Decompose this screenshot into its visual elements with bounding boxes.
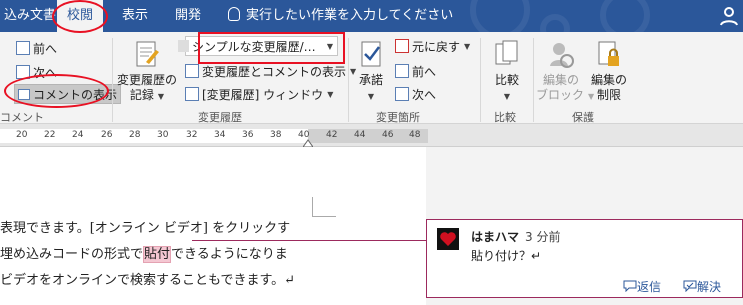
block-authors-icon	[550, 43, 574, 68]
reply-button[interactable]: 返信	[623, 278, 661, 295]
highlight-show-comments	[4, 74, 109, 108]
tab-view[interactable]: 表示	[122, 0, 148, 32]
compare-icon	[495, 40, 518, 65]
resolve-button[interactable]: 解決	[683, 278, 721, 295]
separator	[348, 38, 349, 122]
track-changes-button[interactable]: 変更履歴の 記録 ▼	[116, 40, 178, 104]
reviewing-pane-icon	[185, 87, 199, 101]
separator	[533, 38, 534, 122]
reject-icon	[395, 39, 409, 53]
ruler-tick: 38	[270, 130, 282, 140]
tab-mailings[interactable]: 込み文書	[0, 0, 60, 32]
resolve-icon	[683, 280, 697, 293]
comment-balloon[interactable]: はまハマ 3 分前 貼り付け？↵ 返信 解決	[426, 219, 743, 298]
ruler-tick: 30	[157, 130, 169, 140]
next-change-button[interactable]: 次へ	[395, 84, 436, 104]
chevron-down-icon: ▼	[157, 92, 165, 101]
group-label-compare: 比較	[494, 111, 516, 124]
accept-button[interactable]: 承諾 ▼	[356, 40, 386, 104]
reviewing-pane-button[interactable]: [変更履歴] ウィンドウ ▼	[185, 84, 333, 104]
track-changes-icon	[136, 41, 159, 67]
compare-button[interactable]: 比較 ▼	[489, 40, 525, 104]
show-markup-button[interactable]: 変更履歴とコメントの表示 ▼	[185, 61, 356, 81]
ruler-tick: 22	[44, 130, 56, 140]
separator	[112, 38, 113, 122]
lightbulb-icon	[228, 7, 240, 21]
restrict-editing-icon	[598, 41, 619, 66]
word-window: 込み文書 校閲 表示 開発 実行したい作業を入力してください 前へ 次へ コメン…	[0, 0, 743, 305]
ruler-tick: 36	[242, 130, 254, 140]
ruler-tick: 24	[72, 130, 84, 140]
ruler-tick: 46	[382, 130, 394, 140]
ruler-tick: 32	[186, 130, 198, 140]
previous-comment-icon	[16, 41, 30, 55]
chevron-down-icon: ▼	[503, 92, 511, 101]
ruler-tick: 42	[326, 130, 338, 140]
next-change-icon	[395, 87, 409, 101]
heart-avatar-icon	[437, 228, 459, 250]
chevron-down-icon: ▼	[327, 89, 334, 99]
group-label-changes: 変更箇所	[376, 111, 420, 124]
restrict-editing-button[interactable]: 編集の 制限	[589, 40, 629, 103]
comment-header: はまハマ 3 分前	[471, 228, 560, 245]
separator	[480, 38, 481, 122]
chevron-down-icon: ▼	[367, 92, 375, 101]
ribbon: 前へ 次へ コメントの表示 コメント 変更履歴の 記録 ▼ シンプルな変更履歴/… ▼…	[0, 32, 743, 124]
ruler-tick: 28	[129, 130, 141, 140]
chevron-down-icon: ▼	[464, 41, 471, 51]
reject-button[interactable]: 元に戻す ▼	[395, 36, 470, 56]
highlight-display-mode	[198, 32, 345, 64]
ruler-tick: 26	[101, 130, 113, 140]
previous-change-button[interactable]: 前へ	[395, 61, 436, 81]
group-label-comments: コメント	[0, 111, 44, 124]
margin-corner-mark	[312, 197, 336, 217]
previous-change-icon	[395, 64, 409, 78]
ribbon-tab-bar: 込み文書 校閲 表示 開発 実行したい作業を入力してください	[0, 0, 743, 44]
ruler-tick: 44	[354, 130, 366, 140]
reply-icon	[623, 280, 637, 293]
ruler-tick: 20	[16, 130, 28, 140]
document-line[interactable]: 表現できます。[オンライン ビデオ] をクリックす	[0, 217, 290, 236]
tab-developer[interactable]: 開発	[175, 0, 201, 32]
show-markup-icon	[185, 64, 199, 78]
tell-me-box[interactable]: 実行したい作業を入力してください	[228, 0, 453, 32]
tell-me-placeholder: 実行したい作業を入力してください	[246, 8, 454, 23]
document-line[interactable]: ビデオをオンラインで検索することもできます。↵	[0, 269, 295, 288]
horizontal-ruler[interactable]: 20 22 24 26 28 30 32 34 36 38 40 42 44 4…	[0, 125, 743, 147]
highlight-review-tab	[52, 0, 108, 33]
right-indent-marker[interactable]	[303, 139, 313, 147]
document-line[interactable]: 埋め込みコードの形式で貼付できるようになりま	[0, 243, 288, 263]
accept-icon	[361, 41, 381, 67]
markup-icon	[178, 40, 189, 52]
commented-text[interactable]: 貼付	[143, 246, 172, 263]
group-label-protect: 保護	[572, 111, 594, 124]
ruler-tick: 34	[214, 130, 226, 140]
previous-comment-button[interactable]: 前へ	[16, 38, 57, 58]
ruler-tick: 48	[409, 130, 421, 140]
block-authors-button[interactable]: 編集の ブロック ▼	[536, 40, 594, 104]
comment-connector-line	[192, 240, 426, 241]
user-account-icon[interactable]	[719, 6, 739, 26]
comment-text[interactable]: 貼り付け？↵	[471, 247, 541, 264]
document-page[interactable]: 表現できます。[オンライン ビデオ] をクリックす 埋め込みコードの形式で貼付で…	[0, 147, 426, 305]
comment-time: 3 分前	[525, 230, 561, 244]
comment-author: はまハマ	[471, 230, 520, 244]
group-label-tracking: 変更履歴	[198, 111, 242, 124]
